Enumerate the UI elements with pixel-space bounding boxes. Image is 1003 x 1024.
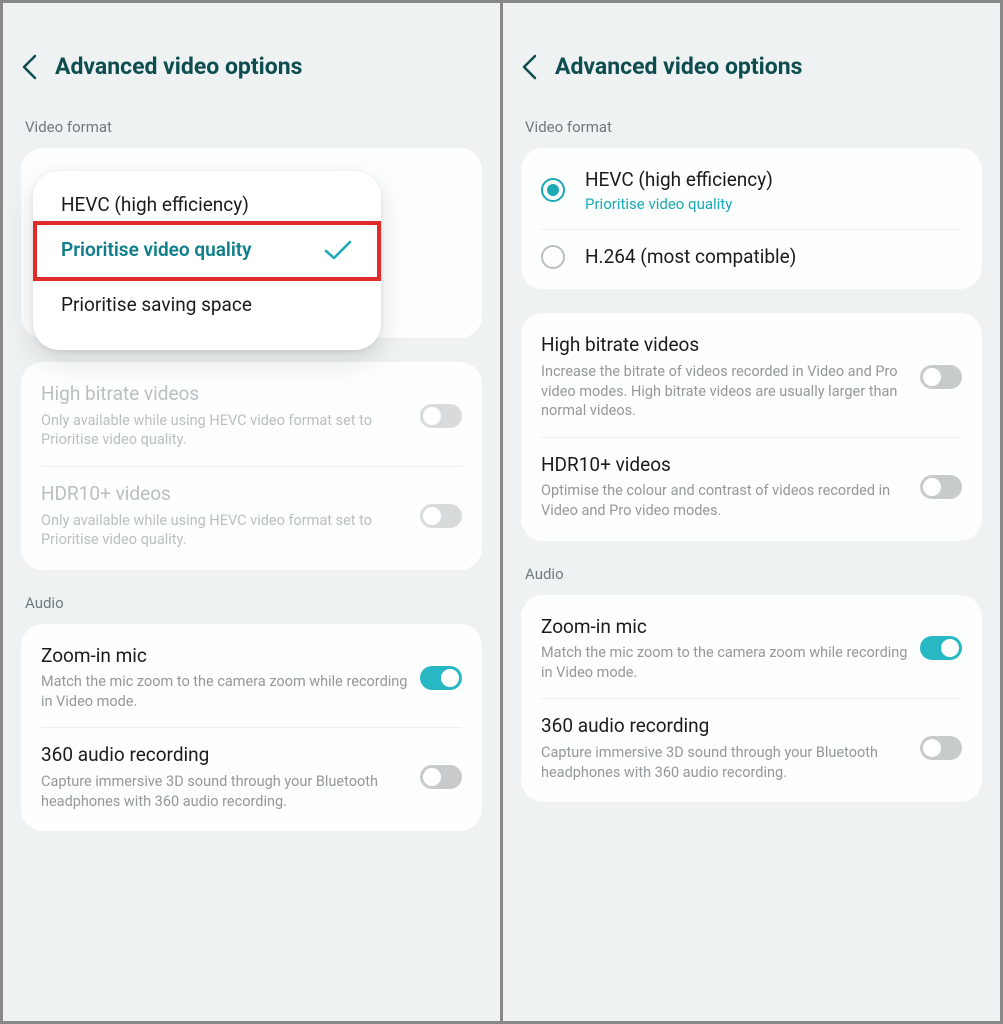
high-bitrate-desc: Increase the bitrate of videos recorded … bbox=[541, 362, 908, 421]
video-format-option-h264[interactable]: H.264 (most compatible) bbox=[521, 229, 982, 286]
audio360-row[interactable]: 360 audio recording Capture immersive 3D… bbox=[21, 727, 482, 827]
section-label-video: Video format bbox=[25, 118, 482, 136]
section-label-video: Video format bbox=[525, 118, 982, 136]
audio-card: Zoom-in mic Match the mic zoom to the ca… bbox=[21, 624, 482, 832]
audio360-toggle[interactable] bbox=[420, 765, 462, 789]
high-bitrate-toggle[interactable] bbox=[920, 365, 962, 389]
audio360-row[interactable]: 360 audio recording Capture immersive 3D… bbox=[521, 698, 982, 798]
hdr10-title: HDR10+ videos bbox=[541, 453, 908, 478]
zoom-mic-desc: Match the mic zoom to the camera zoom wh… bbox=[41, 672, 408, 711]
hdr10-row: HDR10+ videos Only available while using… bbox=[21, 466, 482, 566]
back-icon[interactable] bbox=[521, 54, 537, 80]
check-icon bbox=[323, 239, 353, 261]
zoom-mic-row[interactable]: Zoom-in mic Match the mic zoom to the ca… bbox=[521, 599, 982, 699]
hevc-subtitle: Prioritise video quality bbox=[585, 195, 962, 213]
video-format-option-hevc[interactable]: HEVC (high efficiency) Prioritise video … bbox=[521, 152, 982, 229]
high-bitrate-toggle bbox=[420, 404, 462, 428]
header: Advanced video options bbox=[521, 53, 982, 80]
audio360-desc: Capture immersive 3D sound through your … bbox=[541, 743, 908, 782]
radio-hevc[interactable] bbox=[541, 178, 565, 202]
hevc-title: HEVC (high efficiency) bbox=[585, 168, 962, 193]
audio360-title: 360 audio recording bbox=[41, 743, 408, 768]
right-screen: Advanced video options Video format HEVC… bbox=[503, 3, 1000, 1021]
high-bitrate-desc: Only available while using HEVC video fo… bbox=[41, 411, 408, 450]
high-bitrate-row: High bitrate videos Only available while… bbox=[21, 366, 482, 466]
zoom-mic-toggle[interactable] bbox=[920, 636, 962, 660]
h264-title: H.264 (most compatible) bbox=[585, 245, 962, 270]
zoom-mic-title: Zoom-in mic bbox=[541, 615, 908, 640]
audio360-toggle[interactable] bbox=[920, 736, 962, 760]
popup-item-prioritise-space[interactable]: Prioritise saving space bbox=[33, 277, 381, 332]
high-bitrate-title: High bitrate videos bbox=[41, 382, 408, 407]
popup-item-label: Prioritise video quality bbox=[61, 238, 252, 261]
page-title: Advanced video options bbox=[55, 53, 302, 80]
zoom-mic-toggle[interactable] bbox=[420, 666, 462, 690]
hdr10-toggle[interactable] bbox=[920, 475, 962, 499]
audio360-title: 360 audio recording bbox=[541, 714, 908, 739]
popup-item-prioritise-quality[interactable]: Prioritise video quality bbox=[33, 222, 381, 277]
section-label-audio: Audio bbox=[525, 565, 982, 583]
high-bitrate-title: High bitrate videos bbox=[541, 333, 908, 358]
left-screen: Advanced video options Video format HEVC… bbox=[3, 3, 500, 1021]
radio-h264[interactable] bbox=[541, 245, 565, 269]
hevc-dropdown-popup: HEVC (high efficiency) Prioritise video … bbox=[33, 171, 381, 350]
audio360-desc: Capture immersive 3D sound through your … bbox=[41, 772, 408, 811]
back-icon[interactable] bbox=[21, 54, 37, 80]
page-title: Advanced video options bbox=[555, 53, 802, 80]
zoom-mic-row[interactable]: Zoom-in mic Match the mic zoom to the ca… bbox=[21, 628, 482, 728]
section-label-audio: Audio bbox=[25, 594, 482, 612]
zoom-mic-desc: Match the mic zoom to the camera zoom wh… bbox=[541, 643, 908, 682]
high-bitrate-row[interactable]: High bitrate videos Increase the bitrate… bbox=[521, 317, 982, 436]
hdr10-row[interactable]: HDR10+ videos Optimise the colour and co… bbox=[521, 437, 982, 537]
hdr10-toggle bbox=[420, 504, 462, 528]
video-format-card: HEVC (high efficiency) Prioritise video … bbox=[521, 148, 982, 289]
zoom-mic-title: Zoom-in mic bbox=[41, 644, 408, 669]
hdr10-desc: Only available while using HEVC video fo… bbox=[41, 511, 408, 550]
bitrate-hdr-card: High bitrate videos Only available while… bbox=[21, 362, 482, 570]
popup-title: HEVC (high efficiency) bbox=[33, 179, 381, 222]
bitrate-hdr-card: High bitrate videos Increase the bitrate… bbox=[521, 313, 982, 540]
popup-item-label: Prioritise saving space bbox=[61, 293, 252, 316]
header: Advanced video options bbox=[21, 53, 482, 80]
audio-card: Zoom-in mic Match the mic zoom to the ca… bbox=[521, 595, 982, 803]
hdr10-desc: Optimise the colour and contrast of vide… bbox=[541, 481, 908, 520]
hdr10-title: HDR10+ videos bbox=[41, 482, 408, 507]
